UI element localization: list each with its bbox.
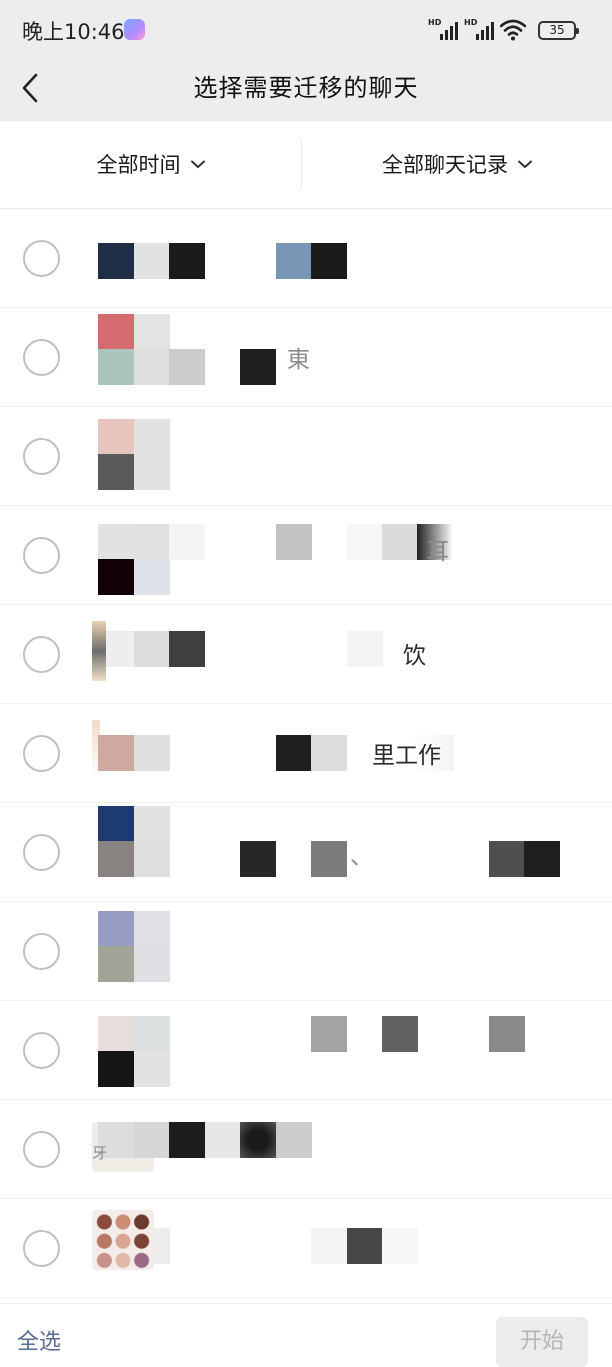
battery-icon: 35 [538, 20, 579, 40]
select-radio[interactable] [23, 240, 60, 277]
select-radio[interactable] [23, 1032, 60, 1069]
chat-row[interactable]: 耳 [0, 506, 612, 605]
record-filter-dropdown[interactable]: 全部聊天记录 [302, 121, 612, 207]
time-filter-label: 全部时间 [96, 153, 181, 177]
select-radio[interactable] [23, 1131, 60, 1168]
cellular-signal-icon-1: HD [428, 18, 458, 42]
chat-name-fragment: 耳 [426, 539, 449, 565]
chat-row[interactable]: 饮 [0, 605, 612, 704]
status-time: 晚上10:46 [22, 20, 125, 44]
select-radio[interactable] [23, 933, 60, 970]
status-bar: 晚上10:46 HD HD 35 [0, 0, 612, 58]
chat-row[interactable] [0, 407, 612, 506]
chat-row[interactable] [0, 902, 612, 1001]
select-radio[interactable] [23, 537, 60, 574]
chat-name-fragment: 里工作 [372, 743, 441, 769]
page-title: 选择需要迁移的聊天 [193, 74, 419, 102]
chat-name-fragment: 饮 [403, 643, 426, 669]
select-radio[interactable] [23, 636, 60, 673]
record-filter-label: 全部聊天记录 [382, 153, 508, 177]
gallery-app-icon [124, 19, 145, 40]
select-radio[interactable] [23, 1230, 60, 1267]
wifi-icon [500, 19, 526, 41]
chat-row[interactable]: 牙 [0, 1100, 612, 1199]
cellular-signal-icon-2: HD [464, 18, 494, 42]
filter-bar: 全部时间 全部聊天记录 [0, 121, 612, 209]
chevron-down-icon [518, 160, 532, 169]
bottom-action-bar: 全选 开始 [0, 1303, 612, 1367]
chat-row[interactable] [0, 1001, 612, 1100]
select-all-button[interactable]: 全选 [17, 1324, 61, 1356]
start-button[interactable]: 开始 [496, 1317, 588, 1367]
chat-name-fragment: 東 [287, 347, 310, 373]
chat-row[interactable]: 、 [0, 803, 612, 902]
chevron-down-icon [190, 160, 205, 169]
navigation-bar: 选择需要迁移的聊天 [0, 58, 612, 121]
chat-row[interactable] [0, 209, 612, 308]
select-radio[interactable] [23, 735, 60, 772]
select-radio[interactable] [23, 438, 60, 475]
select-radio[interactable] [23, 339, 60, 376]
chat-name-fragment: 、 [350, 844, 373, 870]
select-radio[interactable] [23, 834, 60, 871]
chat-row[interactable] [0, 1199, 612, 1298]
status-indicators: HD HD 35 [428, 17, 579, 43]
time-filter-dropdown[interactable]: 全部时间 [0, 121, 301, 207]
chat-name-fragment: 牙 [92, 1144, 108, 1162]
chat-row[interactable]: 東 [0, 308, 612, 407]
chat-row[interactable]: 里工作 [0, 704, 612, 803]
chat-list: 東 耳 饮 里工作 、 牙 [0, 209, 612, 1298]
